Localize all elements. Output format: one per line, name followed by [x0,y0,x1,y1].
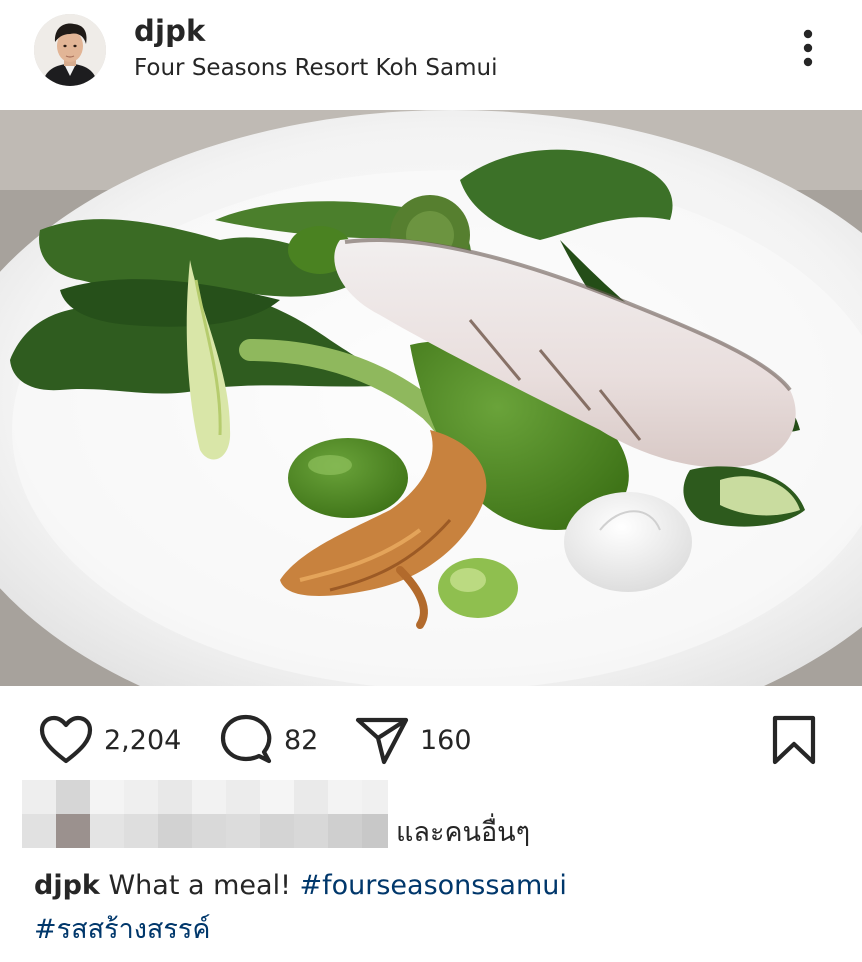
send-icon [355,717,409,765]
more-vertical-icon [803,29,813,67]
save-button[interactable] [770,714,818,766]
hashtag-link[interactable]: #รสสร้างสรรค์ [34,914,210,945]
blur-pixel [226,814,260,848]
share-button[interactable]: 160 [354,714,472,766]
blur-pixel [260,780,294,814]
caption-username[interactable]: djpk [34,870,100,901]
blur-pixel [362,814,388,848]
blur-pixel [226,780,260,814]
blur-pixel [124,814,158,848]
blur-pixel [294,780,328,814]
blur-pixel [22,814,56,848]
blur-pixel [56,814,90,848]
more-options-button[interactable] [790,24,826,72]
avatar[interactable] [34,14,106,86]
post-header: djpk Four Seasons Resort Koh Samui [0,0,862,110]
blur-pixel [22,780,56,814]
blur-pixel [192,780,226,814]
likes-count[interactable]: 2,204 [104,725,181,756]
comment-button[interactable]: 82 [218,714,318,766]
comments-count: 82 [284,724,319,756]
blur-pixel [158,780,192,814]
food-photo [0,110,862,686]
blur-pixel [158,814,192,848]
post-image[interactable] [0,110,862,686]
hashtag-link[interactable]: #fourseasonssamui [300,870,567,901]
blur-pixel [260,814,294,848]
avatar-image [34,14,106,86]
caption-line-2: #รสสร้างสรรค์ [34,908,834,952]
blur-pixel [90,780,124,814]
heart-icon [39,715,93,764]
post-username[interactable]: djpk [134,14,206,48]
caption-text: What a meal! [108,870,291,901]
liked-by-others-text[interactable]: และคนอื่นๆ [396,810,530,853]
blur-pixel [362,780,388,814]
blur-pixel [294,814,328,848]
blur-pixel [124,780,158,814]
blur-pixel [192,814,226,848]
blur-pixel [56,780,90,814]
caption-line-1: djpk What a meal! #fourseasonssamui [34,864,834,908]
blur-pixel [90,814,124,848]
blur-pixel [328,780,362,814]
blur-pixel [328,814,362,848]
comment-icon [220,714,272,764]
post-location[interactable]: Four Seasons Resort Koh Samui [134,55,498,81]
like-button[interactable]: 2,204 [38,714,181,766]
post-caption: djpk What a meal! #fourseasonssamui #รสส… [34,864,834,952]
bookmark-icon [772,715,816,765]
shares-count: 160 [420,724,472,756]
